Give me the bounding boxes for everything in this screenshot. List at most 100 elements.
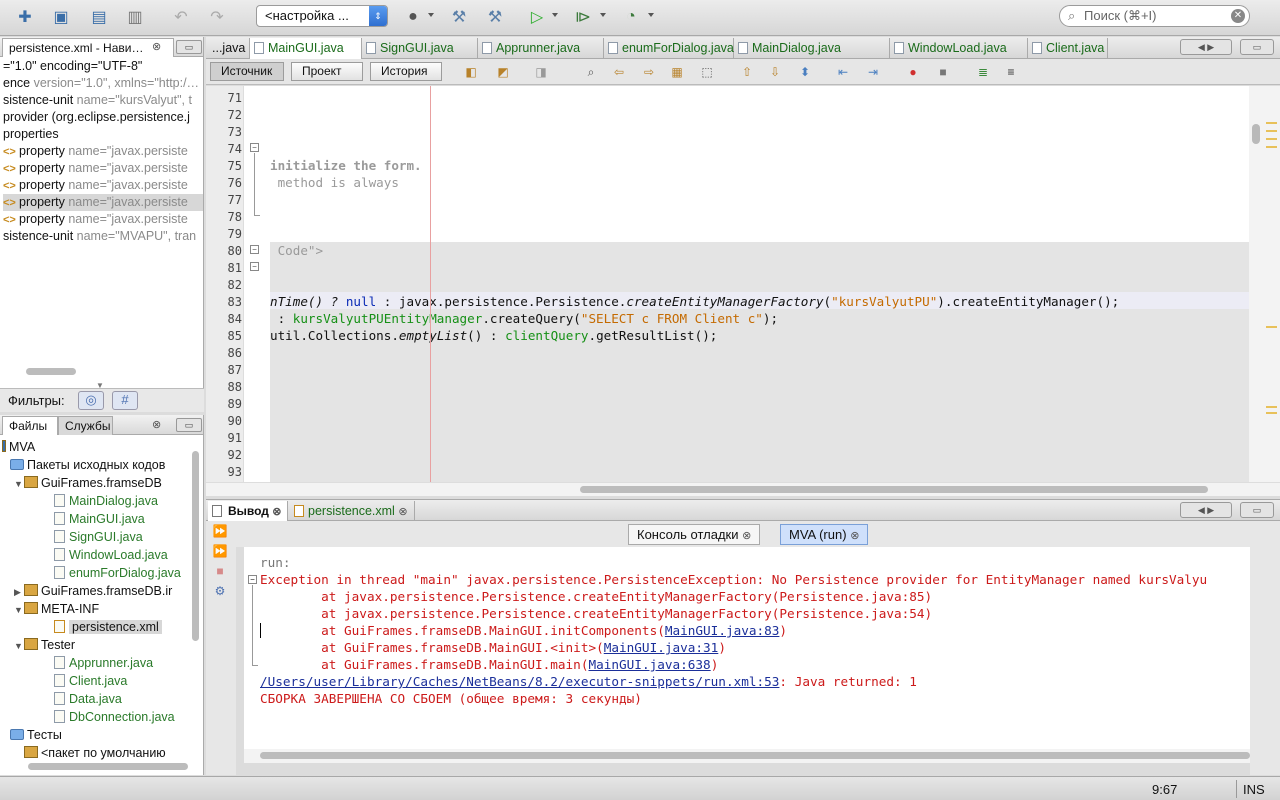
close-icon[interactable]: ⊗ xyxy=(742,530,751,542)
editor-hscroll-thumb[interactable] xyxy=(580,486,1208,493)
editor-tab[interactable]: Client.java xyxy=(1028,38,1108,59)
xml-outline-item[interactable]: <> property name="javax.persiste xyxy=(3,194,203,211)
find-prev-icon[interactable]: ⇦ xyxy=(610,63,628,81)
editor-tab[interactable]: Apprunner.java xyxy=(478,38,604,59)
xml-outline-item[interactable]: <> property name="javax.persiste xyxy=(3,143,188,160)
stripe-mark[interactable] xyxy=(1266,406,1277,408)
tree-item[interactable]: Пакеты исходных кодов xyxy=(10,456,165,474)
tab-persistence-xml[interactable]: persistence.xml ⊗ xyxy=(290,501,415,522)
tree-item[interactable]: enumForDialog.java xyxy=(54,564,181,582)
comment-icon[interactable]: ≣ xyxy=(974,63,992,81)
back-icon[interactable]: ◩ xyxy=(494,63,512,81)
new-project-icon[interactable]: ▣ xyxy=(48,5,74,29)
chevron-down-icon[interactable] xyxy=(648,13,654,17)
code-editor[interactable]: initialize the form. method is always Co… xyxy=(270,86,1249,482)
forward-icon[interactable]: ◨ xyxy=(532,63,550,81)
filter-fields-icon[interactable]: ◎ xyxy=(78,391,104,410)
close-project-icon[interactable]: ▥ xyxy=(122,5,148,29)
close-icon[interactable]: ⊗ xyxy=(152,40,161,53)
minimize-icon[interactable]: ▭ xyxy=(176,418,202,432)
stacktrace-link[interactable]: MainGUI.java:31 xyxy=(604,640,719,655)
xml-outline-item[interactable]: ="1.0" encoding="UTF-8" xyxy=(3,58,142,75)
xml-outline-item[interactable]: <> property name="javax.persiste xyxy=(3,160,188,177)
stripe-mark[interactable] xyxy=(1266,146,1277,148)
selection-icon[interactable]: ⬚ xyxy=(698,63,716,81)
shift-left-icon[interactable]: ⇤ xyxy=(834,63,852,81)
close-icon[interactable]: ⊗ xyxy=(272,506,281,518)
tree-item[interactable]: Client.java xyxy=(54,672,127,690)
tree-item[interactable]: ▶ GuiFrames.framseDB.ir xyxy=(14,582,172,600)
tree-item[interactable]: MainGUI.java xyxy=(54,510,145,528)
editor-tab[interactable]: ...java xyxy=(206,38,250,59)
stop-macro-icon[interactable]: ■ xyxy=(934,63,952,81)
stripe-mark[interactable] xyxy=(1266,138,1277,140)
vertical-scrollbar[interactable] xyxy=(192,451,199,641)
start-macro-icon[interactable]: ● xyxy=(904,63,922,81)
stripe-mark[interactable] xyxy=(1266,122,1277,124)
configuration-select[interactable]: <настройка ... ⇕ xyxy=(256,5,388,27)
tab-navigator[interactable]: persistence.xml - Нави… xyxy=(2,38,174,57)
build-script-link[interactable]: /Users/user/Library/Caches/NetBeans/8.2/… xyxy=(260,674,779,689)
tab-debug-console[interactable]: Консоль отладки ⊗ xyxy=(628,524,761,545)
editor-tab[interactable]: WindowLoad.java xyxy=(890,38,1028,59)
tree-item[interactable]: MainDialog.java xyxy=(54,492,158,510)
search-input[interactable]: ⌕ Поиск (⌘+I) ✕ xyxy=(1059,5,1250,27)
chevron-down-icon[interactable] xyxy=(552,13,558,17)
xml-outline-item[interactable]: sistence-unit name="MVAPU", tran xyxy=(3,228,196,245)
tree-item[interactable]: Apprunner.java xyxy=(54,654,153,672)
build-icon[interactable]: ⚒ xyxy=(446,5,472,29)
fold-toggle-icon[interactable]: − xyxy=(250,143,259,152)
close-icon[interactable]: ⊗ xyxy=(398,506,407,518)
xml-outline-item[interactable]: properties xyxy=(3,126,59,143)
minimize-icon[interactable]: ▭ xyxy=(176,40,202,54)
output-hscroll-thumb[interactable] xyxy=(260,752,1250,759)
stripe-mark[interactable] xyxy=(1266,130,1277,132)
tree-item[interactable]: SignGUI.java xyxy=(54,528,143,546)
uncomment-icon[interactable]: ≡ xyxy=(1002,63,1020,81)
tree-item[interactable]: persistence.xml xyxy=(54,618,162,636)
insert-mode[interactable]: INS xyxy=(1243,782,1265,797)
tree-item[interactable]: MVA xyxy=(2,438,35,456)
tab-mva-run[interactable]: MVA (run) ⊗ xyxy=(780,524,869,545)
tree-item[interactable]: DbConnection.java xyxy=(54,708,175,726)
tab-scroll-icon[interactable]: ◀ ▶ xyxy=(1180,39,1232,55)
editor-scroll-thumb[interactable] xyxy=(1252,124,1260,144)
fold-toggle-icon[interactable]: − xyxy=(248,575,257,584)
tree-item[interactable]: ▼ GuiFrames.framseDB xyxy=(14,474,162,492)
tree-item[interactable]: <пакет по умолчанию xyxy=(14,744,166,762)
xml-outline-item[interactable]: sistence-unit name="kursValyut", t xyxy=(3,92,192,109)
source-view-button[interactable]: Источник xyxy=(210,62,284,81)
window-menu-icon[interactable]: ▭ xyxy=(1240,502,1274,518)
clean-build-icon[interactable]: ⚒ xyxy=(482,5,508,29)
toggle-bookmark-icon[interactable]: ⬍ xyxy=(796,63,814,81)
stacktrace-link[interactable]: MainGUI.java:638 xyxy=(588,657,710,672)
rerun-options-icon[interactable]: ⏩ xyxy=(211,543,229,559)
profile-icon[interactable]: ◔ xyxy=(618,5,644,29)
rerun-icon[interactable]: ⏩ xyxy=(211,523,229,539)
xml-outline-item[interactable]: <> property name="javax.persiste xyxy=(3,211,188,228)
stop-icon[interactable]: ■ xyxy=(211,563,229,579)
collapse-icon[interactable]: ▼ xyxy=(14,601,24,619)
expand-icon[interactable]: ▶ xyxy=(14,583,24,601)
editor-tab[interactable]: MainGUI.java xyxy=(250,38,362,59)
shift-right-icon[interactable]: ⇥ xyxy=(864,63,882,81)
filter-hash-icon[interactable]: # xyxy=(112,391,138,410)
find-next-icon[interactable]: ⇨ xyxy=(640,63,658,81)
close-icon[interactable]: ⊗ xyxy=(152,418,161,431)
new-file-icon[interactable]: ✚ xyxy=(12,5,38,29)
tab-output[interactable]: Вывод ⊗ xyxy=(208,501,289,522)
window-menu-icon[interactable]: ▭ xyxy=(1240,39,1274,55)
tree-item[interactable]: Data.java xyxy=(54,690,122,708)
debug-icon[interactable]: ⧐ xyxy=(570,5,596,29)
editor-tab[interactable]: enumForDialog.java xyxy=(604,38,734,59)
editor-tab[interactable]: MainDialog.java xyxy=(734,38,890,59)
find-icon[interactable]: ⌕ xyxy=(582,63,600,81)
tree-item[interactable]: ▼ Tester xyxy=(14,636,75,654)
editor-vertical-scrollbar[interactable] xyxy=(1249,86,1264,482)
stacktrace-link[interactable]: MainGUI.java:83 xyxy=(665,623,780,638)
output-console[interactable]: − run: Exception in thread "main" javax.… xyxy=(244,547,1250,763)
open-project-icon[interactable]: ▤ xyxy=(86,5,112,29)
close-icon[interactable]: ⊗ xyxy=(850,530,859,542)
xml-outline-item[interactable]: ence version="1.0", xmlns="http:/… xyxy=(3,75,199,92)
tree-item[interactable]: Тесты xyxy=(10,726,62,744)
